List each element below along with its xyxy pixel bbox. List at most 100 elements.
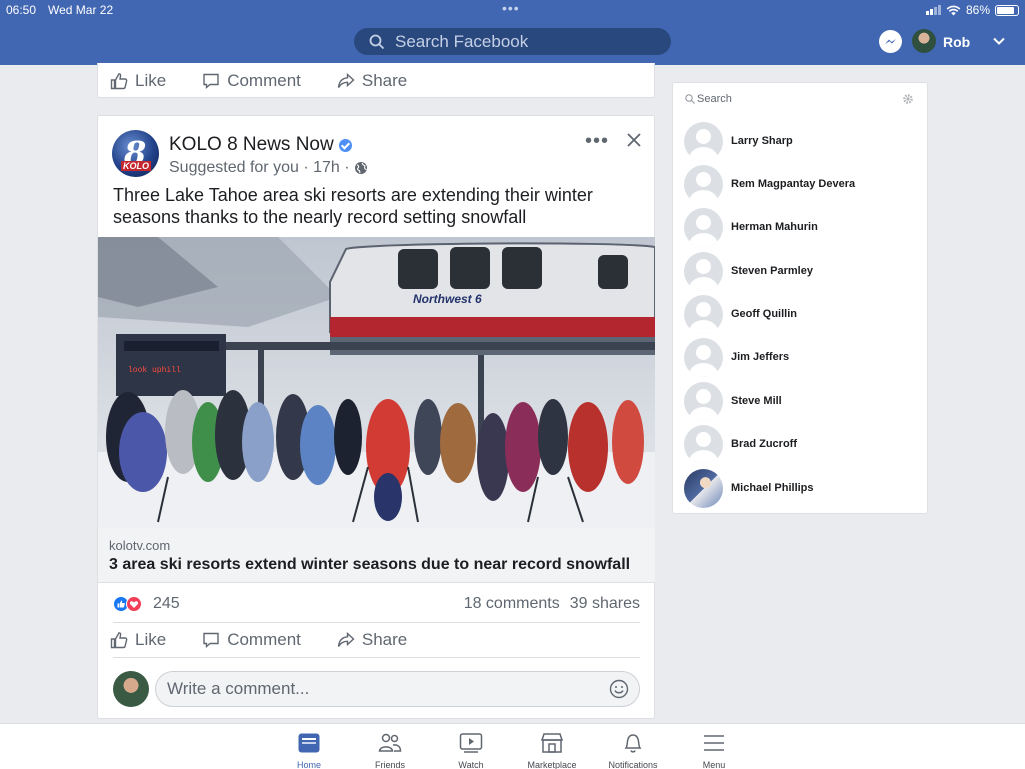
post-card: 8 KOLO KOLO 8 News Now Suggested for you…: [97, 115, 655, 719]
bell-icon: [624, 734, 642, 753]
post-photo[interactable]: Northwest 6 look uphill: [98, 237, 655, 528]
post-stats: 245 18 comments 39 shares: [113, 593, 640, 623]
avatar: [684, 337, 723, 377]
search-facebook-input[interactable]: Search Facebook: [354, 28, 671, 55]
engagement-counts: 18 comments 39 shares: [464, 595, 640, 613]
avatar: [684, 121, 723, 161]
comment-button[interactable]: Comment: [202, 630, 301, 650]
avatar[interactable]: [113, 671, 149, 707]
link-domain: kolotv.com: [109, 538, 171, 553]
previous-post-card: Like Comment Share: [97, 63, 655, 98]
profile-name[interactable]: Rob: [943, 34, 970, 50]
svg-text:Northwest 6: Northwest 6: [413, 292, 482, 306]
avatar: [684, 381, 723, 421]
avatar: [684, 251, 723, 291]
contact-item[interactable]: Michael Phillips: [684, 468, 916, 508]
contact-name: Steve Mill: [731, 395, 782, 407]
contact-name: Brad Zucroff: [731, 438, 797, 450]
link-preview[interactable]: kolotv.com 3 area ski resorts extend win…: [98, 528, 655, 583]
close-icon[interactable]: [626, 132, 642, 148]
avatar: [684, 207, 723, 247]
contact-name: Steven Parmley: [731, 265, 813, 277]
more-options-button[interactable]: •••: [585, 130, 609, 153]
contact-item[interactable]: Jim Jeffers: [684, 337, 916, 377]
share-button[interactable]: Share: [337, 630, 407, 650]
battery-icon: [995, 4, 1019, 16]
comment-placeholder: Write a comment...: [167, 679, 310, 698]
multitasking-dots[interactable]: •••: [502, 0, 520, 16]
thumbs-up-icon: [110, 73, 128, 90]
logo-text: KOLO: [121, 161, 151, 171]
gear-icon[interactable]: [902, 93, 914, 105]
reactions-summary[interactable]: 245: [113, 595, 180, 613]
chevron-down-icon[interactable]: [992, 34, 1006, 48]
avatar: [684, 468, 723, 508]
contact-item[interactable]: Brad Zucroff: [684, 424, 916, 464]
ski-lift-photo: Northwest 6 look uphill: [98, 237, 655, 528]
verified-badge-icon: [338, 138, 352, 152]
status-time: 06:50: [6, 3, 37, 17]
comment-button[interactable]: Comment: [202, 71, 301, 91]
friends-icon: [378, 733, 402, 752]
contact-name: Rem Magpantay Devera: [731, 178, 856, 190]
marketplace-icon: [540, 733, 564, 753]
comment-composer: Write a comment...: [113, 657, 640, 717]
profile-avatar[interactable]: [912, 29, 936, 53]
messenger-icon[interactable]: [879, 30, 902, 53]
top-navigation-bar: 06:50 Wed Mar 22 ••• 86% Search Facebook…: [0, 0, 1025, 65]
signal-icon: [925, 5, 941, 15]
avatar: [684, 424, 723, 464]
avatar: [684, 164, 723, 204]
tab-friends[interactable]: Friends: [359, 732, 421, 769]
globe-icon: [354, 162, 367, 174]
emoji-icon[interactable]: [609, 679, 629, 699]
contact-item[interactable]: Herman Mahurin: [684, 207, 916, 247]
contact-item[interactable]: Steven Parmley: [684, 251, 916, 291]
shares-count[interactable]: 39 shares: [570, 595, 640, 613]
comment-icon: [203, 632, 219, 649]
comment-input[interactable]: Write a comment...: [155, 671, 640, 707]
contact-name: Jim Jeffers: [731, 351, 790, 363]
search-icon: [369, 34, 385, 49]
status-indicators: 86%: [925, 3, 1019, 17]
page-avatar[interactable]: 8 KOLO: [112, 130, 159, 177]
love-reaction-icon: [126, 596, 142, 612]
post-meta: Suggested for you · 17h ·: [169, 159, 368, 177]
link-title: 3 area ski resorts extend winter seasons…: [109, 556, 631, 573]
tab-notifications[interactable]: Notifications: [602, 732, 664, 769]
status-bar: 06:50 Wed Mar 22 ••• 86%: [0, 0, 1025, 20]
contacts-panel: Search Larry Sharp Rem Magpantay Devera …: [672, 82, 928, 514]
page-name[interactable]: KOLO 8 News Now: [169, 134, 352, 156]
tab-menu[interactable]: Menu: [683, 732, 745, 769]
search-placeholder: Search Facebook: [395, 31, 529, 51]
contacts-search-input[interactable]: Search: [685, 93, 732, 105]
contact-item[interactable]: Larry Sharp: [684, 121, 916, 161]
post-text: Three Lake Tahoe area ski resorts are ex…: [113, 185, 593, 227]
wifi-icon: [946, 5, 961, 15]
avatar: [684, 294, 723, 334]
status-date: Wed Mar 22: [48, 3, 114, 17]
comment-icon: [203, 73, 219, 90]
share-button[interactable]: Share: [337, 71, 407, 91]
bottom-tab-bar: Home Friends Watch Marketplace Notificat…: [0, 723, 1025, 769]
post-actions: Like Comment Share: [110, 65, 443, 97]
battery-percent: 86%: [965, 3, 990, 17]
like-button[interactable]: Like: [110, 71, 166, 91]
share-icon: [337, 72, 355, 88]
share-icon: [337, 631, 355, 647]
like-button[interactable]: Like: [110, 630, 166, 650]
comments-count[interactable]: 18 comments: [464, 595, 560, 613]
tab-watch[interactable]: Watch: [440, 732, 502, 769]
contact-name: Geoff Quillin: [731, 308, 797, 320]
contact-item[interactable]: Rem Magpantay Devera: [684, 164, 916, 204]
search-icon: [685, 94, 695, 104]
thumbs-up-icon: [110, 632, 128, 649]
svg-text:look uphill: look uphill: [128, 366, 181, 375]
home-icon: [298, 733, 320, 753]
contact-name: Michael Phillips: [731, 482, 814, 494]
contact-item[interactable]: Steve Mill: [684, 381, 916, 421]
tab-marketplace[interactable]: Marketplace: [521, 732, 583, 769]
contact-name: Herman Mahurin: [731, 221, 818, 233]
contact-item[interactable]: Geoff Quillin: [684, 294, 916, 334]
tab-home[interactable]: Home: [278, 732, 340, 769]
